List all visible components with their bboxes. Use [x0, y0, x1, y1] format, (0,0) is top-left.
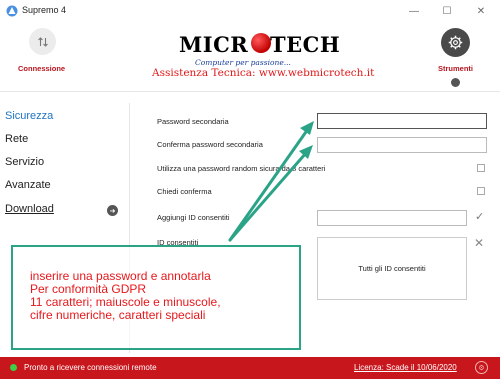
ask-confirm-checkbox[interactable] — [477, 187, 485, 195]
tools-button[interactable] — [441, 28, 470, 57]
maximize-button[interactable]: ☐ — [433, 2, 461, 20]
allowed-ids-text: Tutti gli ID consentiti — [358, 264, 426, 273]
random-password-checkbox[interactable] — [477, 164, 485, 172]
add-id-input[interactable] — [317, 210, 467, 226]
window-title: Supremo 4 — [22, 5, 67, 15]
license-link[interactable]: Licenza: Scade il 10/06/2020 — [354, 363, 457, 372]
confirm-add-id-icon[interactable]: ✓ — [475, 210, 484, 223]
title-bar: Supremo 4 — ☐ ✕ — [0, 0, 500, 22]
minimize-button[interactable]: — — [400, 2, 428, 20]
annotation-arrowhead-1 — [300, 121, 314, 135]
status-text: Pronto a ricevere connessioni remote — [24, 363, 157, 372]
sidebar-item-rete[interactable]: Rete — [5, 133, 28, 145]
password-input[interactable] — [317, 113, 487, 129]
confirm-password-input[interactable] — [317, 137, 487, 153]
close-button[interactable]: ✕ — [467, 2, 495, 20]
status-bar: Pronto a ricevere connessioni remote Lic… — [0, 357, 500, 379]
ask-confirm-label: Chiedi conferma — [157, 187, 212, 196]
random-password-label: Utilizza una password random sicura da 8… — [157, 164, 326, 173]
settings-gear-icon[interactable]: ⚙ — [475, 361, 488, 374]
arrow-right-circle-icon[interactable]: ➜ — [107, 205, 118, 216]
logo-ball-icon — [251, 33, 271, 53]
remove-id-icon[interactable]: ✕ — [474, 236, 484, 250]
annotation-line: cifre numeriche, caratteri speciali — [30, 308, 206, 322]
annotation-text: inserire una password e annotarla Per co… — [30, 270, 221, 322]
sidebar-item-servizio[interactable]: Servizio — [5, 156, 44, 168]
microtech-logo: MICR TECH — [175, 30, 340, 60]
confirm-password-label: Conferma password secondaria — [157, 140, 263, 149]
assistance-text: Assistenza Tecnica: www.webmicrotech.it — [152, 67, 375, 79]
header: Connessione MICR TECH Computer per passi… — [0, 22, 500, 92]
status-indicator-icon — [10, 364, 17, 371]
add-id-label: Aggiungi ID consentiti — [157, 213, 230, 222]
sidebar-item-download[interactable]: Download — [5, 203, 54, 215]
connection-label[interactable]: Connessione — [18, 64, 65, 73]
swap-arrows-icon — [37, 36, 48, 47]
annotation-arrowhead-2 — [299, 145, 313, 159]
logo-tagline: Computer per passione... — [195, 58, 291, 67]
logo-text-micro: MICR — [179, 32, 249, 57]
tools-label[interactable]: Strumenti — [438, 64, 473, 73]
sidebar-item-avanzate[interactable]: Avanzate — [5, 179, 51, 191]
supremo-logo-icon — [6, 5, 18, 17]
sidebar-item-sicurezza[interactable]: Sicurezza — [5, 110, 53, 122]
tools-active-indicator — [451, 78, 460, 87]
connection-button[interactable] — [29, 28, 56, 55]
password-label: Password secondaria — [157, 117, 229, 126]
logo-text-tech: TECH — [270, 32, 341, 57]
allowed-ids-list[interactable]: Tutti gli ID consentiti — [317, 237, 467, 300]
gear-icon — [448, 35, 463, 50]
